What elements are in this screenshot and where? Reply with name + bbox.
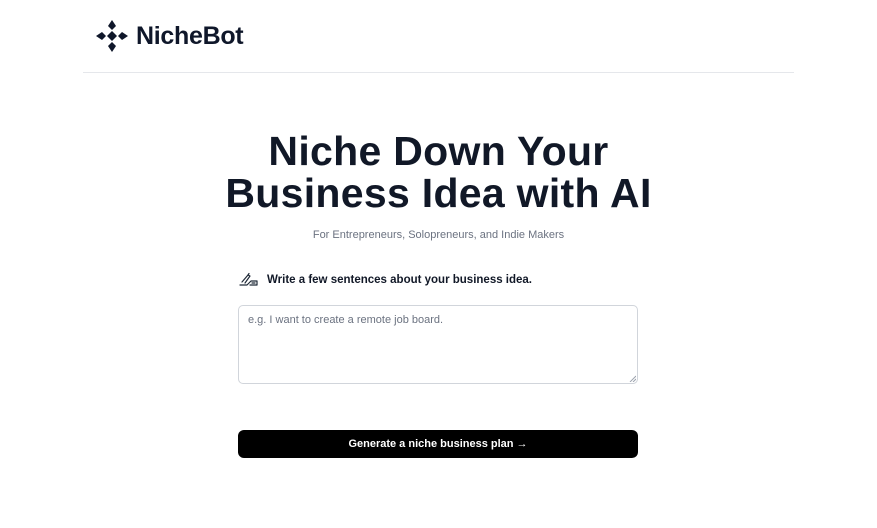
nichebot-logo-icon bbox=[96, 20, 128, 52]
page-title-line-2: Business Idea with AI bbox=[225, 170, 652, 216]
generate-plan-button[interactable]: Generate a niche business plan → bbox=[238, 430, 638, 458]
idea-prompt-label: Write a few sentences about your busines… bbox=[267, 274, 533, 286]
page-title-line-1: Niche Down Your bbox=[268, 128, 609, 174]
writing-hand-icon bbox=[239, 272, 258, 286]
page-subtitle: For Entrepreneurs, Solopreneurs, and Ind… bbox=[312, 229, 565, 241]
business-idea-input[interactable] bbox=[238, 305, 638, 384]
brand-name: NicheBot bbox=[136, 21, 244, 50]
page-title: Niche Down Your Business Idea with AI bbox=[0, 130, 877, 214]
site-header: NicheBot bbox=[83, 0, 794, 73]
resize-handle-icon[interactable] bbox=[629, 375, 636, 382]
idea-prompt: Write a few sentences about your busines… bbox=[238, 270, 532, 290]
brand-logo[interactable]: NicheBot bbox=[94, 16, 244, 56]
